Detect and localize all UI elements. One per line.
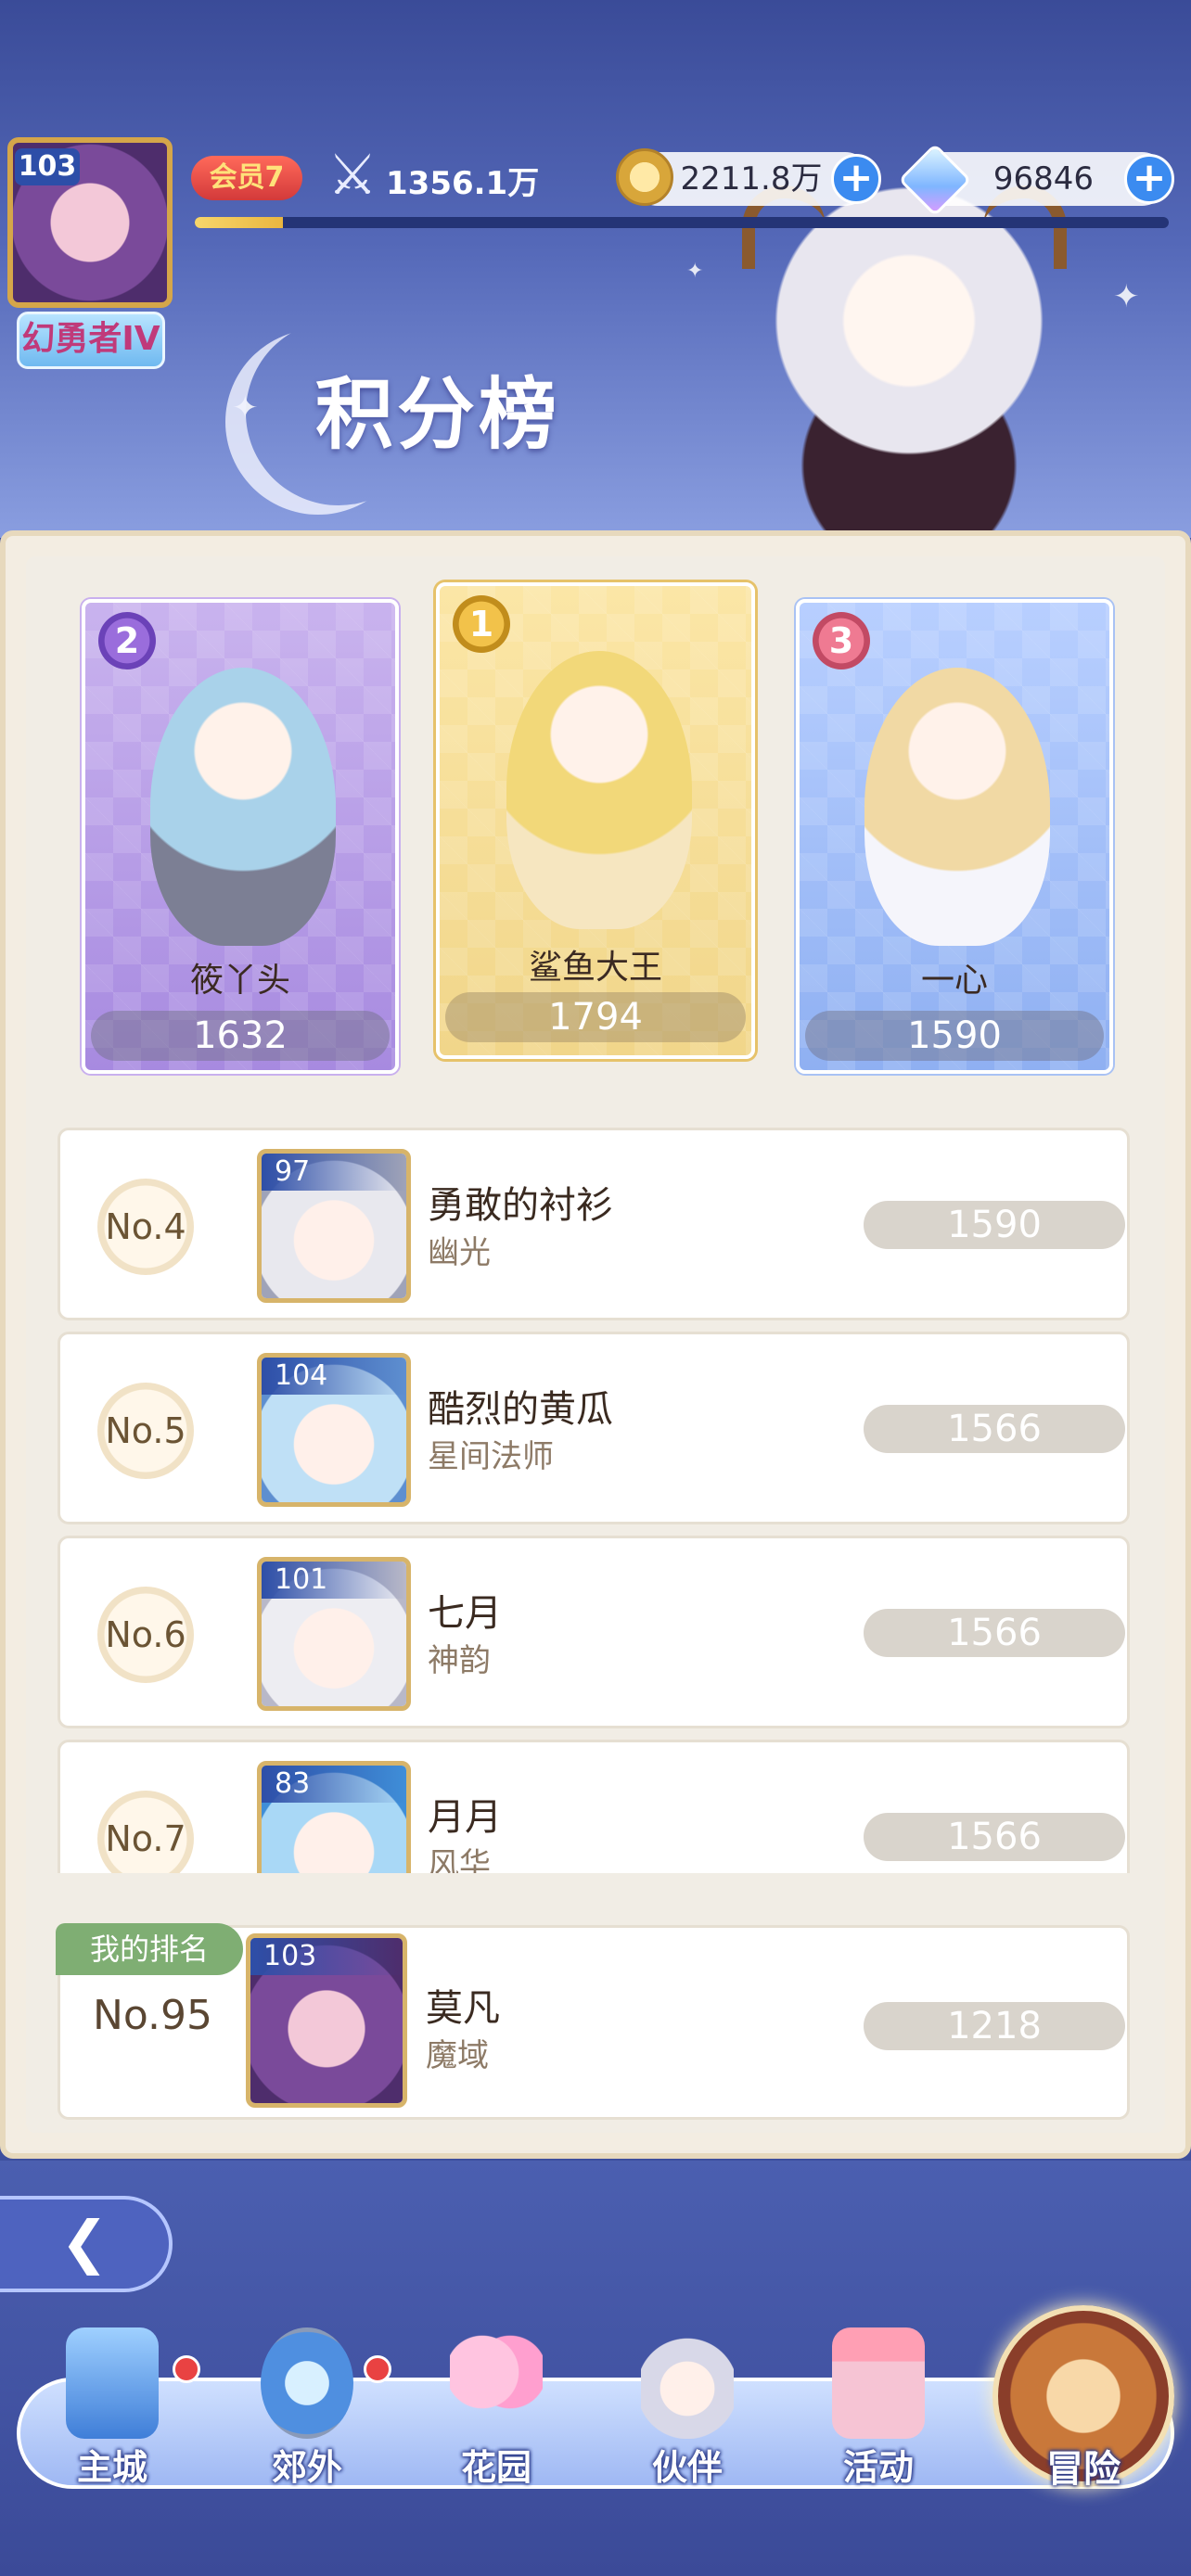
exp-progress-fill [195, 217, 283, 228]
player-score: 1566 [864, 1405, 1125, 1453]
player-name: 酷烈的黄瓜 [428, 1388, 613, 1431]
vip-badge[interactable]: 会员7 [191, 156, 302, 200]
player-name: 月月 [428, 1796, 502, 1839]
ranking-list[interactable]: No.4 97 勇敢的衬衫 幽光 1590 No.5 104 酷烈的黄瓜 星间法… [58, 1128, 1130, 1873]
list-item[interactable]: No.4 97 勇敢的衬衫 幽光 1590 [58, 1128, 1130, 1320]
podium-third-place[interactable]: 3 一心 1590 [796, 599, 1113, 1074]
gold-coin-icon [616, 148, 673, 206]
podium-player-name: 鲨鱼大王 [528, 949, 662, 987]
rank-number: No.4 [97, 1179, 194, 1275]
my-server: 魔域 [426, 2037, 489, 2074]
player-score: 1566 [864, 1813, 1125, 1861]
back-arrow-icon: ❮ [60, 2208, 109, 2276]
rank-medal-icon: 2 [98, 612, 156, 670]
add-gold-button[interactable]: + [831, 154, 881, 204]
podium-player-name: 一心 [920, 962, 988, 1000]
back-button[interactable]: ❮ [0, 2196, 173, 2292]
my-portrait[interactable]: 103 [246, 1933, 407, 2108]
nav-label: 活动 [842, 2447, 914, 2488]
nav-label: 冒险 [1046, 2448, 1121, 2491]
nav-label: 郊外 [271, 2447, 342, 2488]
player-server: 星间法师 [428, 1438, 554, 1475]
rank-number: No.6 [97, 1587, 194, 1683]
player-level: 104 [262, 1358, 406, 1395]
my-name: 莫凡 [426, 1987, 500, 2030]
podium-score: 1632 [91, 1011, 390, 1061]
my-level: 103 [250, 1938, 403, 1975]
rank-number: No.7 [97, 1791, 194, 1873]
add-gems-button[interactable]: + [1124, 154, 1174, 204]
nav-partners[interactable]: 伙伴 [618, 2327, 757, 2494]
player-name: 勇敢的衬衫 [428, 1184, 613, 1227]
notification-dot [364, 2355, 391, 2383]
player-name: 七月 [428, 1592, 502, 1635]
nav-outskirts[interactable]: 郊外 [237, 2327, 377, 2494]
top-banner: ✦ ✦ ✦ [0, 0, 1191, 538]
list-item[interactable]: No.5 104 酷烈的黄瓜 星间法师 1566 [58, 1332, 1130, 1524]
combat-power-value: 1356.1万 [386, 165, 540, 202]
star-icon: ✦ [686, 260, 704, 283]
player-level: 97 [262, 1154, 406, 1191]
podium-second-place[interactable]: 2 筱丫头 1632 [82, 599, 399, 1074]
player-server: 幽光 [428, 1234, 491, 1271]
player-portrait[interactable]: 83 [257, 1761, 411, 1873]
player-server: 风华 [428, 1846, 491, 1873]
podium-score: 1794 [445, 992, 746, 1042]
player-level-badge: 103 [15, 148, 80, 185]
star-icon: ✦ [1113, 278, 1140, 315]
podium-player-name: 筱丫头 [189, 962, 290, 1000]
podium-first-place[interactable]: 1 鲨鱼大王 1794 [436, 582, 755, 1059]
nav-label: 伙伴 [651, 2447, 723, 2488]
partner-icon [641, 2327, 734, 2439]
player-portrait[interactable]: 104 [257, 1353, 411, 1507]
sword-power-icon: ⚔ [327, 143, 378, 208]
rank-medal-icon: 1 [453, 595, 510, 653]
player-level: 83 [262, 1766, 406, 1803]
my-rank-tag: 我的排名 [56, 1923, 243, 1975]
player-server: 神韵 [428, 1642, 491, 1679]
rank-number: No.5 [97, 1383, 194, 1479]
my-score: 1218 [864, 2002, 1125, 2050]
portal-icon [261, 2327, 353, 2439]
list-item[interactable]: No.6 101 七月 神韵 1566 [58, 1536, 1130, 1728]
player-level: 101 [262, 1562, 406, 1599]
player-portrait[interactable]: 97 [257, 1149, 411, 1303]
player-score: 1590 [864, 1201, 1125, 1249]
player-score: 1566 [864, 1609, 1125, 1657]
nav-label: 主城 [76, 2447, 147, 2488]
exp-progress-bar [195, 217, 1169, 228]
player-title-badge[interactable]: 幻勇者IV [17, 312, 165, 369]
podium-score: 1590 [805, 1011, 1104, 1061]
nav-events[interactable]: 活动 [809, 2327, 948, 2494]
rank-medal-icon: 3 [813, 612, 870, 670]
nav-label: 花园 [460, 2447, 531, 2488]
castle-icon [66, 2327, 159, 2439]
notification-dot [173, 2355, 200, 2383]
nav-garden[interactable]: 花园 [427, 2327, 566, 2494]
nav-main-city[interactable]: 主城 [43, 2327, 182, 2494]
player-character-art [864, 668, 1050, 946]
list-item[interactable]: No.7 83 月月 风华 1566 [58, 1740, 1130, 1873]
my-rank-number: No.95 [93, 1992, 213, 2039]
player-character-art [150, 668, 336, 946]
gift-icon [832, 2327, 925, 2439]
player-character-art [506, 651, 692, 929]
page-title: 积分榜 [315, 369, 561, 460]
player-portrait[interactable]: 101 [257, 1557, 411, 1711]
heart-icon [450, 2327, 543, 2439]
